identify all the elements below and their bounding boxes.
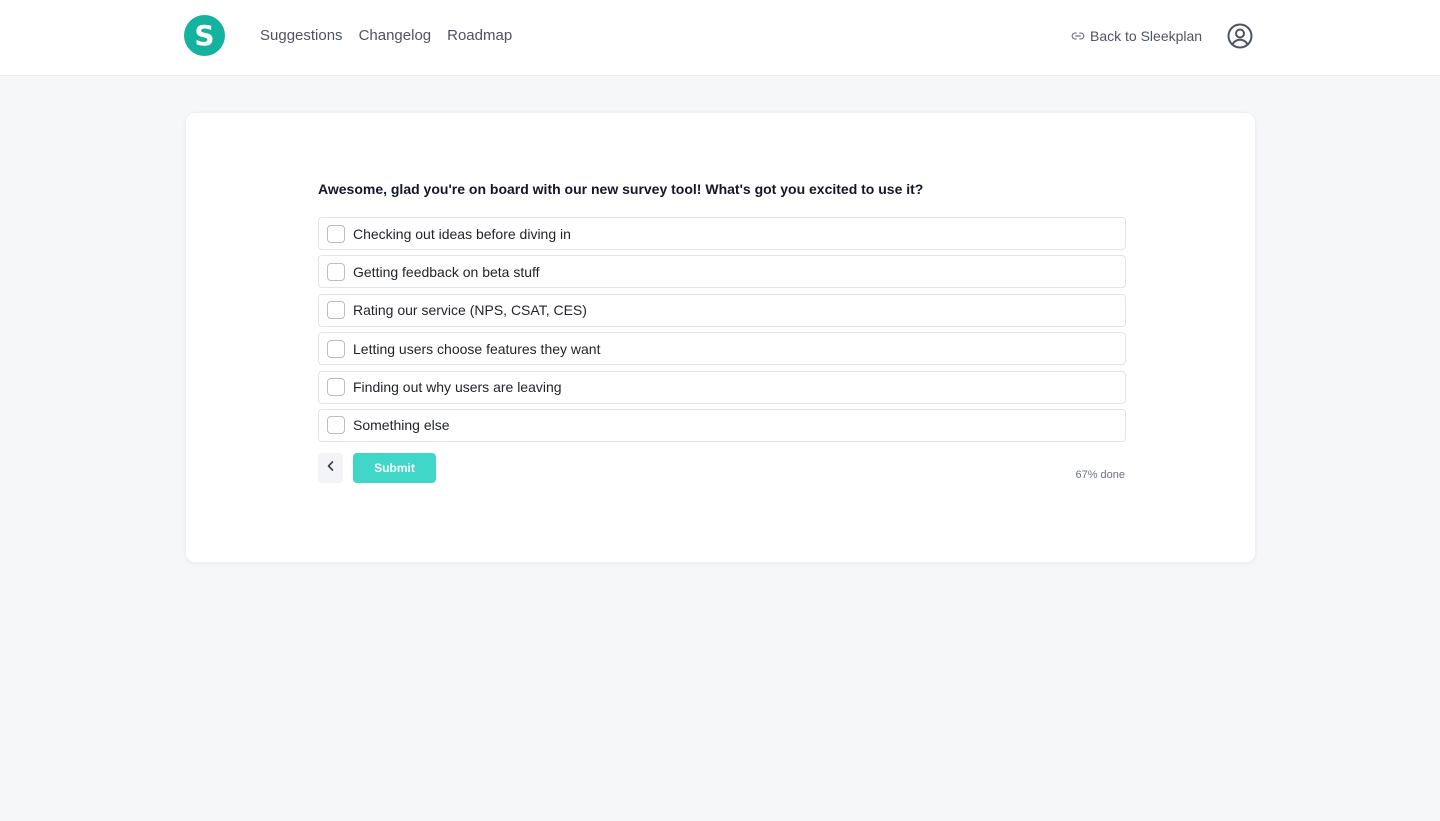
option-checkbox[interactable] [327, 224, 345, 243]
survey-option[interactable]: Finding out why users are leaving [318, 370, 1126, 404]
option-label: Something else [353, 417, 450, 434]
nav-roadmap[interactable]: Roadmap [447, 25, 512, 47]
survey-option[interactable]: Letting users choose features they want [318, 332, 1126, 366]
option-checkbox[interactable] [327, 301, 345, 320]
nav-changelog[interactable]: Changelog [359, 25, 432, 47]
nav-suggestions[interactable]: Suggestions [260, 25, 343, 47]
progress-indicator: 67% done [1075, 469, 1125, 481]
main-nav: Suggestions Changelog Roadmap [260, 25, 512, 47]
option-checkbox[interactable] [327, 416, 345, 435]
brand-logo[interactable]: S [184, 15, 225, 56]
survey-option[interactable]: Checking out ideas before diving in [318, 217, 1126, 250]
survey-option[interactable]: Something else [318, 408, 1126, 442]
previous-step-button[interactable] [318, 453, 343, 483]
option-label: Letting users choose features they want [353, 340, 601, 357]
back-to-sleekplan-link[interactable]: Back to Sleekplan [1071, 25, 1202, 47]
option-label: Checking out ideas before diving in [353, 225, 571, 242]
survey-question: Awesome, glad you're on board with our n… [318, 181, 924, 197]
chevron-left-icon [326, 459, 336, 477]
survey-options: Checking out ideas before diving in Gett… [318, 217, 1126, 447]
option-label: Finding out why users are leaving [353, 379, 562, 396]
survey-option[interactable]: Getting feedback on beta stuff [318, 255, 1126, 289]
user-circle-icon[interactable] [1227, 23, 1253, 49]
survey-card: Awesome, glad you're on board with our n… [185, 112, 1256, 563]
option-label: Getting feedback on beta stuff [353, 263, 540, 280]
option-checkbox[interactable] [327, 378, 345, 397]
option-checkbox[interactable] [327, 339, 345, 358]
submit-button[interactable]: Submit [353, 453, 436, 483]
option-checkbox[interactable] [327, 262, 345, 281]
option-label: Rating our service (NPS, CSAT, CES) [353, 302, 587, 319]
top-navigation-bar: S Suggestions Changelog Roadmap Back to … [0, 0, 1440, 76]
link-icon [1071, 29, 1085, 43]
survey-option[interactable]: Rating our service (NPS, CSAT, CES) [318, 293, 1126, 327]
back-link-label: Back to Sleekplan [1090, 28, 1203, 44]
